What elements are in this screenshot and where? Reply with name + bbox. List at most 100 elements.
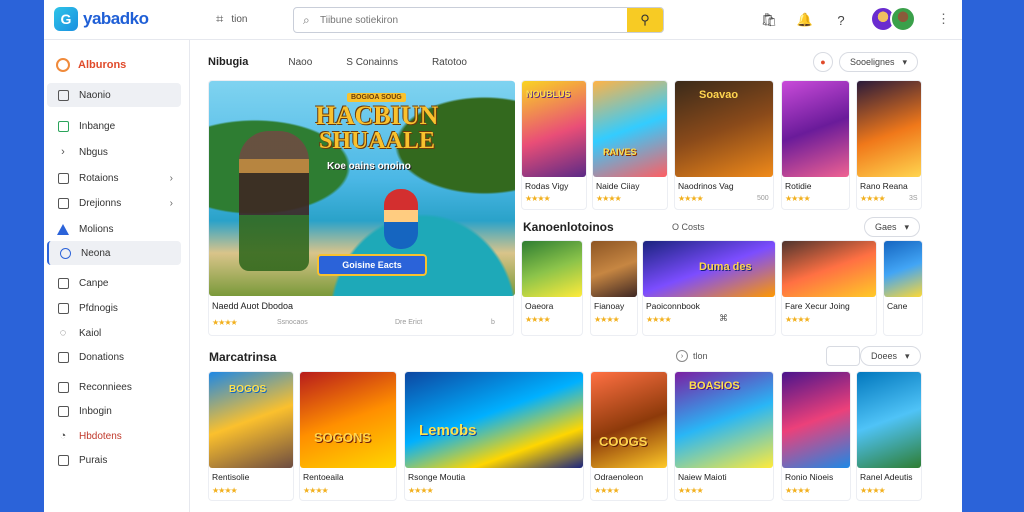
sidebar-item-0[interactable]: Naonio: [47, 83, 181, 107]
section-dropdown[interactable]: Doees ▾: [860, 346, 921, 366]
game-art: [782, 372, 850, 468]
store-icon[interactable]: 🛍: [758, 9, 780, 31]
game-art-title: Lemobs: [419, 422, 477, 439]
record-icon[interactable]: ●: [813, 52, 833, 72]
game-card[interactable]: Fare Xecur Joing ★★★★: [781, 240, 877, 336]
game-card[interactable]: BOGOS Rentisolie ★★★★: [208, 371, 294, 501]
arrow-icon: ›: [676, 350, 688, 362]
circle-icon: [59, 247, 71, 259]
game-art: Lemobs: [405, 372, 583, 468]
folder-icon: [57, 172, 69, 184]
section-subtitle: tlon: [693, 351, 708, 361]
game-card[interactable]: Oaeora ★★★★: [521, 240, 583, 336]
app-window: G yabadko ⌗ tion ⌕ ⚲ 🛍 🔔 ? ⋮ Alburon: [44, 0, 962, 512]
sidebar-item-1[interactable]: Inbange: [47, 114, 181, 138]
rating-stars: ★★★★: [860, 486, 886, 495]
tab-1[interactable]: Naoo: [288, 57, 312, 68]
sidebar-item-5[interactable]: Molions: [47, 217, 181, 241]
tab-0[interactable]: Nibugia: [208, 56, 248, 68]
game-card[interactable]: BOASIOS Naiew Maioti ★★★★: [674, 371, 774, 501]
right-background-band: [962, 0, 1024, 512]
sidebar-item-label: Naonio: [79, 89, 111, 101]
game-card[interactable]: Cane: [883, 240, 923, 336]
document-icon: [57, 351, 69, 363]
game-card[interactable]: Duma des Paoiconnbook ★★★★ ⌘: [642, 240, 776, 336]
section-filter[interactable]: › tlon: [676, 350, 708, 362]
sidebar-item-9[interactable]: ◌ Kaiol: [47, 321, 181, 345]
sidebar-item-8[interactable]: Pfdnogis: [47, 296, 181, 320]
logo[interactable]: G yabadko: [54, 7, 149, 31]
left-background-band: [0, 0, 44, 512]
game-card[interactable]: NOUBLUS Rodas Vigy ★★★★: [521, 80, 587, 210]
home-tab[interactable]: ⌗ tion: [216, 11, 247, 27]
notification-icon[interactable]: 🔔: [794, 9, 816, 31]
header-icons: 🛍 🔔 ?: [758, 9, 852, 31]
sidebar-item-3[interactable]: Rotaions ›: [47, 166, 181, 190]
sidebar-item-10[interactable]: Donations: [47, 345, 181, 369]
tab-3[interactable]: Ratotoo: [432, 57, 467, 68]
game-card[interactable]: RAIVES Naide Ciiay ★★★★: [592, 80, 668, 210]
home-tab-label: tion: [231, 13, 248, 25]
search-input[interactable]: [320, 12, 620, 28]
sidebar-item-14[interactable]: Purais: [47, 448, 181, 472]
sort-controls: ● Sooelignes ▾: [813, 52, 919, 72]
more-options-icon[interactable]: ⋮: [937, 11, 950, 27]
sidebar-item-7[interactable]: Canpe: [47, 271, 181, 295]
document-icon: [57, 302, 69, 314]
search-button[interactable]: ⚲: [627, 8, 663, 32]
avatar-group[interactable]: [870, 6, 916, 32]
sidebar-item-6[interactable]: Neona: [47, 241, 181, 265]
rating-stars: ★★★★: [525, 194, 551, 203]
sidebar-item-4[interactable]: Drejionns ›: [47, 191, 181, 215]
game-card[interactable]: Fianoay ★★★★: [590, 240, 638, 336]
document-icon: [57, 405, 69, 417]
game-card[interactable]: SOGONS Rentoeaila ★★★★: [299, 371, 397, 501]
game-card[interactable]: Ronio Nioeis ★★★★: [781, 371, 851, 501]
sidebar-item-12[interactable]: Inbogin: [47, 399, 181, 423]
hero-title: HACBIUN SHUAALE: [307, 103, 447, 154]
game-card[interactable]: Lemobs Rsonge Moutia ★★★★: [404, 371, 584, 501]
game-card[interactable]: Ranel Adeutis ★★★★: [856, 371, 922, 501]
avatar[interactable]: [890, 6, 916, 32]
game-card[interactable]: Rotidie ★★★★: [781, 80, 850, 210]
controller-icon[interactable]: ⌘: [719, 313, 728, 324]
tab-2[interactable]: S Conainns: [346, 57, 398, 68]
game-title: Rano Reana: [860, 181, 908, 191]
hero-subtitle: Koe oains onoino: [327, 161, 411, 172]
hero-character: [239, 131, 309, 271]
rating-stars: ★★★★: [594, 486, 620, 495]
section-dropdown[interactable]: Gaes ▾: [864, 217, 921, 237]
view-toggle[interactable]: [826, 346, 860, 366]
game-title: Paoiconnbook: [646, 301, 700, 311]
logo-text: yabadko: [83, 9, 149, 28]
grid-icon: ⌗: [216, 11, 224, 26]
featured-game-art: BOGIOA SOUG HACBIUN SHUAALE Koe oains on…: [209, 81, 515, 296]
sidebar-item-label: Inbogin: [79, 405, 112, 417]
game-art: Soavao: [675, 81, 773, 177]
sidebar-item-label: Reconniees: [79, 381, 132, 393]
hero-banner: Goisine Eacts: [317, 254, 427, 276]
sidebar-title[interactable]: Alburons: [56, 58, 126, 72]
sidebar-item-label: Canpe: [79, 277, 109, 289]
featured-game-card[interactable]: BOGIOA SOUG HACBIUN SHUAALE Koe oains on…: [208, 80, 515, 336]
game-art-title: BOASIOS: [689, 380, 740, 392]
game-card[interactable]: Rano Reana ★★★★ 3S: [856, 80, 922, 210]
sidebar-item-label: Drejionns: [79, 197, 122, 209]
sort-dropdown[interactable]: Sooelignes ▾: [839, 52, 919, 72]
game-title: Naodrinos Vag: [678, 181, 734, 191]
hero-title-line2: SHUAALE: [318, 128, 436, 154]
game-card[interactable]: Soavao Naodrinos Vag ★★★★ 500: [674, 80, 774, 210]
game-art-title: COOGS: [599, 434, 648, 449]
sidebar-item-11[interactable]: Reconniees: [47, 375, 181, 399]
sidebar-item-13[interactable]: ◔ Hbdotens: [47, 424, 181, 448]
game-title: Rentisolie: [212, 472, 250, 482]
triangle-icon: [57, 223, 69, 235]
game-title: Rentoeaila: [303, 472, 344, 482]
meta-text: 500: [757, 195, 769, 202]
game-title: Ronio Nioeis: [785, 472, 834, 482]
game-art-title: Duma des: [699, 261, 752, 273]
sidebar-item-2[interactable]: › Nbgus: [47, 140, 181, 164]
section-subtitle[interactable]: O Costs: [672, 222, 705, 232]
game-card[interactable]: COOGS Odraenoleon ★★★★: [590, 371, 668, 501]
help-icon[interactable]: ?: [830, 9, 852, 31]
